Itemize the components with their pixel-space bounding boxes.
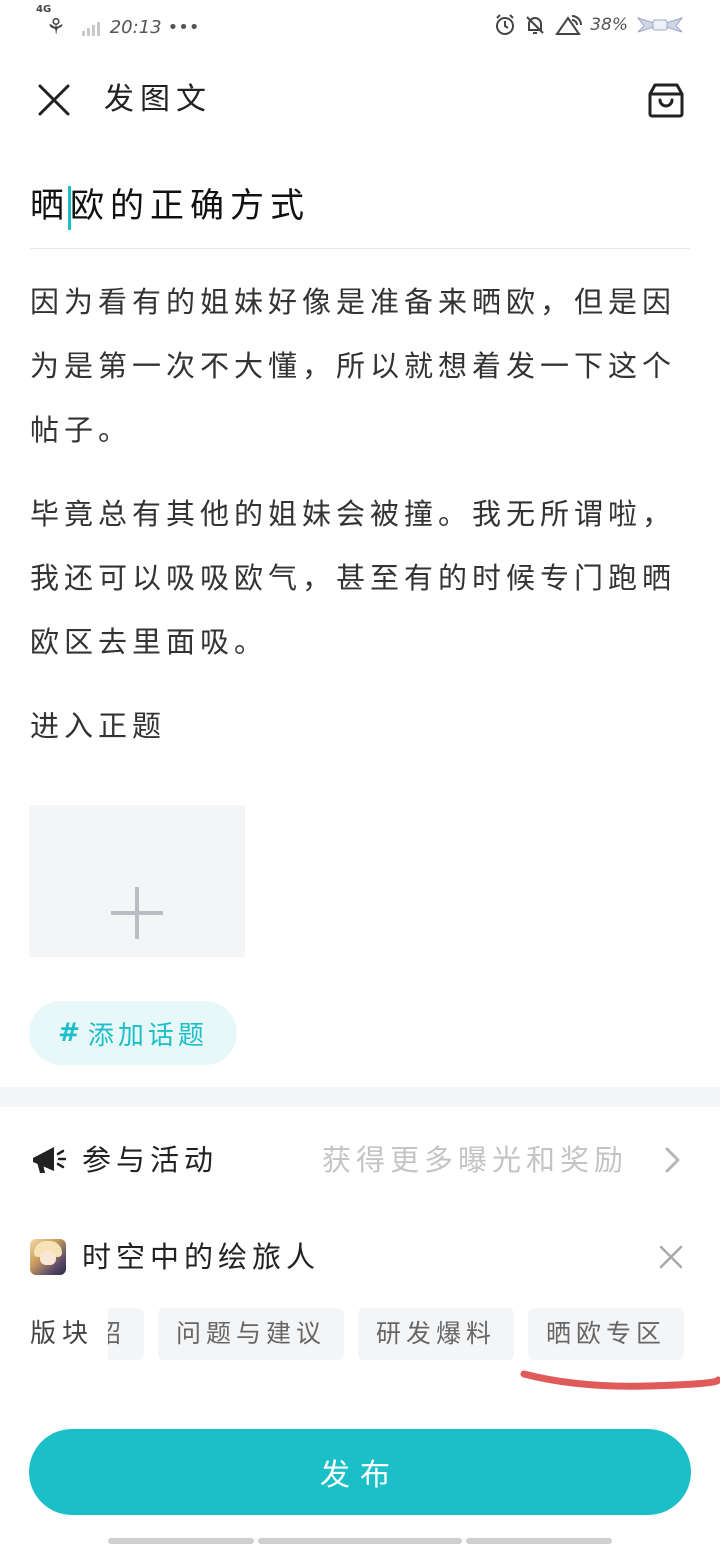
game-name: 时空中的绘旅人 xyxy=(82,1240,321,1274)
body-paragraph: 因为看有的姐妹好像是准备来晒欧，但是因为是第一次不大懂，所以就想着发一下这个帖子… xyxy=(30,285,677,447)
selected-game-row: 时空中的绘旅人 xyxy=(0,1234,720,1284)
add-topic-label: 添加话题 xyxy=(87,1020,208,1051)
drafts-button[interactable] xyxy=(646,80,686,120)
add-topic-button[interactable]: # 添加话题 xyxy=(29,1001,237,1065)
activity-hint: 获得更多曝光和奖励 xyxy=(321,1143,628,1177)
drafts-box-icon xyxy=(648,83,684,118)
clock: 20:13 xyxy=(109,16,162,38)
alarm-icon xyxy=(496,14,515,35)
more-notifications-icon: ••• xyxy=(167,16,200,38)
status-left: 4G ⚘ 20:13 ••• xyxy=(36,4,199,44)
app-notification-icon: ⚘ xyxy=(46,14,66,40)
section-chip[interactable]: 研发爆料 xyxy=(358,1308,515,1360)
nav-handle xyxy=(466,1538,612,1544)
chevron-right-icon xyxy=(665,1147,680,1173)
post-editor-screen: 4G ⚘ 20:13 ••• 38% 发图文 晒欧的正确方式 因为看有的姐妹好像… xyxy=(0,0,720,1544)
status-bar: 4G ⚘ 20:13 ••• 38% xyxy=(0,0,720,50)
section-chip[interactable]: 晒欧专区 xyxy=(528,1308,685,1360)
section-label: 版块 xyxy=(30,1319,95,1349)
title-divider xyxy=(30,248,690,249)
title-text-after-caret: 欧的正确方式 xyxy=(70,186,310,226)
battery-level: 38% xyxy=(590,15,628,35)
network-type: 4G xyxy=(36,4,52,15)
red-underline-annotation xyxy=(520,1370,720,1390)
status-right: 38% xyxy=(494,10,684,40)
page-title: 发图文 xyxy=(104,82,212,117)
hashtag-icon: # xyxy=(58,1018,80,1048)
section-chip[interactable]: 问题与建议 xyxy=(158,1308,345,1360)
title-text-before-caret: 晒 xyxy=(30,186,70,226)
activity-label: 参与活动 xyxy=(82,1143,219,1177)
nav-handle xyxy=(108,1538,254,1544)
section-chips: 介绍 问题与建议 研发爆料 晒欧专区 xyxy=(108,1308,685,1360)
nav-handle xyxy=(258,1538,462,1544)
post-title-input[interactable]: 晒欧的正确方式 xyxy=(30,178,690,234)
body-paragraph: 毕竟总有其他的姐妹会被撞。我无所谓啦，我还可以吸吸欧气，甚至有的时候专门跑晒欧区… xyxy=(30,497,677,659)
megaphone-icon xyxy=(33,1147,66,1173)
mute-bell-icon xyxy=(526,16,544,34)
section-chips-scroller[interactable]: 介绍 问题与建议 研发爆料 晒欧专区 xyxy=(108,1308,720,1360)
battery-wing-icon xyxy=(636,17,684,33)
close-icon xyxy=(659,1245,683,1269)
close-icon xyxy=(38,84,70,116)
section-chip[interactable]: 介绍 xyxy=(108,1308,145,1360)
hotspot-icon xyxy=(555,15,583,35)
plus-icon xyxy=(111,887,163,939)
remove-game-button[interactable] xyxy=(658,1244,684,1274)
publish-button[interactable]: 发布 xyxy=(29,1429,691,1515)
join-activity-row[interactable]: 参与活动 获得更多曝光和奖励 xyxy=(0,1130,720,1190)
body-paragraph: 进入正题 xyxy=(30,709,167,743)
post-body-editor[interactable]: 因为看有的姐妹好像是准备来晒欧，但是因为是第一次不大懂，所以就想着发一下这个帖子… xyxy=(30,270,690,778)
game-avatar xyxy=(30,1239,66,1275)
avatar-face xyxy=(40,1251,56,1265)
add-image-button[interactable] xyxy=(29,805,245,957)
close-button[interactable] xyxy=(34,80,74,120)
signal-icon xyxy=(81,22,100,36)
section-separator xyxy=(0,1087,720,1107)
